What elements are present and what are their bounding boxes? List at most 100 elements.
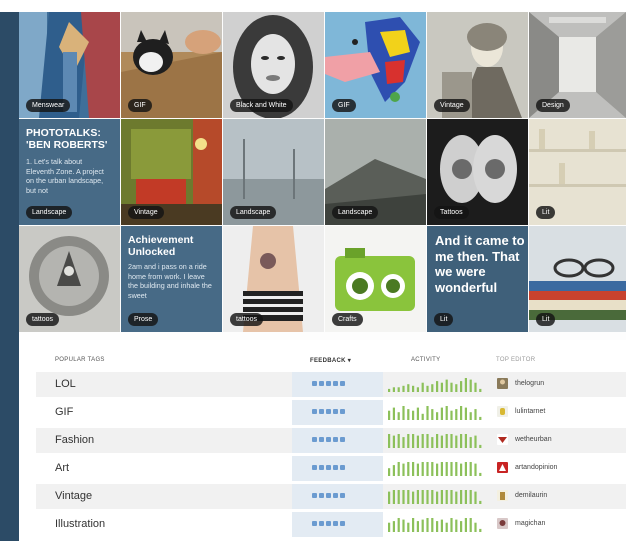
table-row[interactable]: Art artandopinion [36, 456, 626, 481]
activity-bar [460, 521, 463, 532]
tile-tag[interactable]: Lit [536, 313, 556, 326]
feedback-dots [312, 381, 345, 386]
tile-tag[interactable]: Menswear [26, 99, 71, 112]
tile-crafts[interactable]: Crafts [325, 226, 426, 332]
tile-menswear[interactable]: Menswear [19, 12, 120, 118]
editor-name[interactable]: demilaurin [515, 492, 547, 499]
activity-bar [407, 409, 410, 420]
tag-name[interactable]: Illustration [55, 518, 105, 530]
tile-vintage-room[interactable]: Vintage [121, 119, 222, 225]
top-frame-bar [0, 0, 631, 12]
tag-name[interactable]: Fashion [55, 434, 94, 446]
tile-tag[interactable]: GIF [332, 99, 356, 112]
activity-bar [469, 490, 472, 504]
activity-bar [388, 388, 391, 392]
tile-landscape-fog[interactable]: Landscape [223, 119, 324, 225]
right-frame-bar [626, 12, 631, 541]
activity-bar [421, 519, 424, 532]
tile-design[interactable]: Design [529, 12, 626, 118]
activity-bar [460, 463, 463, 476]
activity-bar [397, 490, 400, 504]
table-row[interactable]: Vintage demilaurin [36, 484, 626, 509]
activity-bar [407, 434, 410, 448]
activity-bar [474, 435, 477, 448]
tile-tag[interactable]: tattoos [230, 313, 264, 326]
tile-tag[interactable]: Vintage [434, 99, 470, 112]
tag-name[interactable]: Vintage [55, 490, 92, 502]
tag-name[interactable]: Art [55, 462, 69, 474]
header-feedback[interactable]: FEEDBACK ▾ [310, 357, 351, 364]
feedback-dots [312, 409, 345, 414]
editor-name[interactable]: thelogrun [515, 380, 544, 387]
tile-gif-cat[interactable]: GIF [121, 12, 222, 118]
tile-lit-books[interactable]: Lit [529, 226, 626, 332]
activity-bar [440, 490, 443, 504]
tile-tag[interactable]: Vintage [128, 206, 164, 219]
feedback-dots [312, 493, 345, 498]
activity-bar [469, 412, 472, 420]
tile-tag[interactable]: Prose [128, 313, 159, 326]
activity-bar [474, 522, 477, 532]
tile-lit-shelf[interactable]: Lit [529, 119, 626, 225]
tag-name[interactable]: LOL [55, 378, 76, 390]
activity-bar [402, 437, 405, 448]
tile-tattoos-hands[interactable]: Tattoos [427, 119, 528, 225]
activity-bar [479, 416, 482, 420]
editor-avatar [497, 378, 508, 389]
activity-bar [431, 437, 434, 448]
activity-bar [469, 518, 472, 532]
activity-bar [392, 387, 395, 392]
tile-tag[interactable]: Crafts [332, 313, 363, 326]
tile-phototalks[interactable]: PHOTOTALKS: 'BEN ROBERTS' 1. Let's talk … [19, 119, 120, 225]
tile-tag[interactable]: Landscape [26, 206, 73, 219]
story-excerpt: 1. Let's talk about Eleventh Zone. A pro… [26, 157, 104, 195]
table-row[interactable]: Illustration magichan [36, 512, 626, 537]
header-top-editor: TOP EDITOR [496, 357, 536, 363]
feedback-cell [292, 428, 383, 453]
tile-tattoos-seal[interactable]: tattoos [19, 226, 120, 332]
activity-bar [416, 387, 419, 392]
tile-tag[interactable]: Landscape [332, 206, 379, 219]
editor-name[interactable]: magichan [515, 520, 545, 527]
table-row[interactable]: Fashion wetheurban [36, 428, 626, 453]
tile-achievement[interactable]: Achievement Unlocked 2am and i pass on a… [121, 226, 222, 332]
table-row[interactable]: LOL thelogrun [36, 372, 626, 397]
tile-vintage[interactable]: Vintage [427, 12, 528, 118]
activity-bar [412, 518, 415, 532]
editor-name[interactable]: lulintarnet [515, 408, 545, 415]
header-popular-tags: POPULAR TAGS [55, 357, 105, 363]
activity-bar [464, 490, 467, 504]
activity-bar [455, 519, 458, 532]
tile-tag[interactable]: Lit [536, 206, 556, 219]
activity-bar [407, 462, 410, 476]
tile-landscape-hill[interactable]: Landscape [325, 119, 426, 225]
tile-tag[interactable]: tattoos [26, 313, 60, 326]
tile-tag[interactable]: Black and White [230, 99, 293, 112]
activity-bar [460, 381, 463, 392]
tile-tag[interactable]: Tattoos [434, 206, 469, 219]
editor-name[interactable]: wetheurban [515, 436, 552, 443]
tile-tattoos-body[interactable]: tattoos [223, 226, 324, 332]
activity-bar [421, 434, 424, 448]
tile-quote[interactable]: And it came to me then. That we were won… [427, 226, 528, 332]
activity-bar [388, 491, 391, 504]
tile-tag[interactable]: Landscape [230, 206, 277, 219]
quote-text: And it came to me then. That we were won… [435, 233, 525, 295]
feedback-dots [312, 465, 345, 470]
activity-bar [426, 518, 429, 532]
tile-tag[interactable]: Lit [434, 313, 454, 326]
feedback-cell [292, 484, 383, 509]
editor-name[interactable]: artandopinion [515, 464, 557, 471]
activity-bar [397, 412, 400, 420]
tile-tag[interactable]: GIF [128, 99, 152, 112]
activity-bar [397, 387, 400, 392]
tile-gif-map[interactable]: GIF [325, 12, 426, 118]
photo-grid: Menswear GIF Black and White GIF Vintage… [19, 12, 626, 332]
activity-bar [431, 462, 434, 476]
tile-black-and-white[interactable]: Black and White [223, 12, 324, 118]
activity-bar [416, 463, 419, 476]
tile-tag[interactable]: Design [536, 99, 570, 112]
tag-name[interactable]: GIF [55, 406, 73, 418]
table-row[interactable]: GIF lulintarnet [36, 400, 626, 425]
activity-bar [460, 406, 463, 420]
